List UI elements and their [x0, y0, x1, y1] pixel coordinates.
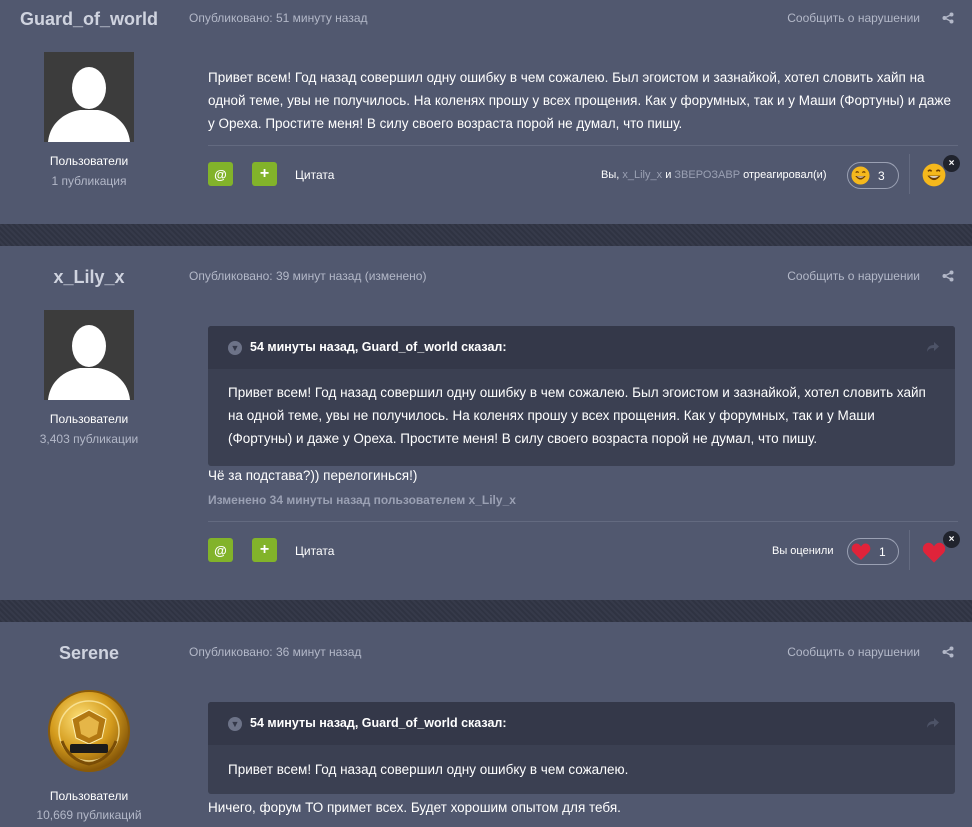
multiquote-button[interactable]: +: [252, 162, 277, 186]
laughing-face-icon: [851, 166, 870, 185]
reactions-summary[interactable]: Вы оценили: [772, 545, 834, 557]
author-name[interactable]: Serene: [0, 643, 178, 664]
divider-vertical: [909, 154, 910, 194]
edited-note: Изменено 34 минуты назад пользователем x…: [208, 493, 516, 507]
mention-button[interactable]: @: [208, 538, 233, 562]
quote-button[interactable]: Цитата: [295, 544, 334, 558]
reactions-and: и: [665, 169, 672, 181]
heart-icon[interactable]: [922, 541, 946, 565]
reactions-suffix: отреагировал(и): [743, 169, 827, 181]
author-column: Serene Пользователи 10,669 публикаций: [0, 622, 178, 827]
quote-header: ▼ 54 минуты назад, Guard_of_world сказал…: [208, 326, 955, 369]
post-x-lily-x: x_Lily_x Пользователи 3,403 публикации О…: [0, 246, 972, 600]
divider-vertical: [909, 530, 910, 570]
laughing-face-icon[interactable]: [922, 163, 946, 187]
reaction-user[interactable]: x_Lily_x: [622, 169, 662, 181]
reactions-prefix: Вы,: [601, 169, 620, 181]
post-date[interactable]: Опубликовано: 51 минуту назад: [189, 11, 368, 25]
chevron-down-icon[interactable]: ▼: [228, 341, 242, 355]
medal-icon: [48, 690, 130, 772]
jump-to-post-icon[interactable]: [926, 341, 940, 353]
author-column: Guard_of_world Пользователи 1 публикация: [0, 0, 178, 224]
author-post-count: 3,403 публикации: [39, 432, 139, 446]
post-date[interactable]: Опубликовано: 39 минут назад (изменено): [189, 269, 426, 283]
post-serene: Serene Пользователи 10,669 публикаций Оп…: [0, 622, 972, 827]
quote-citation: 54 минуты назад, Guard_of_world сказал:: [250, 716, 507, 730]
post-date[interactable]: Опубликовано: 36 минут назад: [189, 645, 361, 659]
author-post-count: 10,669 публикаций: [36, 808, 142, 822]
reaction-count-pill[interactable]: 1: [847, 538, 899, 565]
multiquote-button[interactable]: +: [252, 538, 277, 562]
heart-icon: [851, 543, 871, 560]
post-separator: [0, 600, 972, 622]
author-group: Пользователи: [49, 789, 129, 803]
post-content: Привет всем! Год назад совершил одну оши…: [208, 70, 951, 131]
reaction-count-pill[interactable]: 3: [847, 162, 899, 189]
share-icon[interactable]: [942, 646, 954, 658]
jump-to-post-icon[interactable]: [926, 717, 940, 729]
share-icon[interactable]: [942, 12, 954, 24]
quote-text: Привет всем! Год назад совершил одну оши…: [228, 762, 629, 777]
mention-button[interactable]: @: [208, 162, 233, 186]
post-guard-of-world: Guard_of_world Пользователи 1 публикация…: [0, 0, 972, 224]
divider: [208, 521, 958, 522]
quote-button[interactable]: Цитата: [295, 168, 334, 182]
reactions-summary[interactable]: Вы, x_Lily_x и ЗВЕРОЗАВР отреагировал(и): [601, 169, 826, 181]
remove-reaction-button[interactable]: ×: [943, 531, 960, 548]
remove-reaction-button[interactable]: ×: [943, 155, 960, 172]
author-name[interactable]: x_Lily_x: [0, 267, 178, 288]
reaction-count: 3: [878, 168, 885, 183]
post-content: Ничего, форум ТО примет всех. Будет хоро…: [208, 800, 621, 815]
chevron-down-icon[interactable]: ▼: [228, 717, 242, 731]
divider: [208, 145, 958, 146]
author-name[interactable]: Guard_of_world: [0, 9, 178, 30]
post-content: Чё за подстава?)) перелогинься!): [208, 468, 418, 483]
avatar[interactable]: [44, 686, 134, 776]
quote-header: ▼ 54 минуты назад, Guard_of_world сказал…: [208, 702, 955, 745]
share-icon[interactable]: [942, 270, 954, 282]
default-user-icon: [44, 52, 134, 142]
report-link[interactable]: Сообщить о нарушении: [787, 645, 920, 659]
report-link[interactable]: Сообщить о нарушении: [787, 11, 920, 25]
post-separator: [0, 224, 972, 246]
default-user-icon: [44, 310, 134, 400]
quote-text: Привет всем! Год назад совершил одну оши…: [228, 385, 926, 446]
author-group: Пользователи: [49, 154, 129, 168]
quote-citation: 54 минуты назад, Guard_of_world сказал:: [250, 340, 507, 354]
avatar[interactable]: [44, 52, 134, 142]
reaction-count: 1: [879, 544, 886, 559]
report-link[interactable]: Сообщить о нарушении: [787, 269, 920, 283]
quote-block: ▼ 54 минуты назад, Guard_of_world сказал…: [208, 326, 955, 466]
reaction-user[interactable]: ЗВЕРОЗАВР: [674, 169, 740, 181]
avatar[interactable]: [44, 310, 134, 400]
quote-block: ▼ 54 минуты назад, Guard_of_world сказал…: [208, 702, 955, 794]
author-group: Пользователи: [49, 412, 129, 426]
author-post-count: 1 публикация: [51, 174, 127, 188]
author-column: x_Lily_x Пользователи 3,403 публикации: [0, 246, 178, 600]
